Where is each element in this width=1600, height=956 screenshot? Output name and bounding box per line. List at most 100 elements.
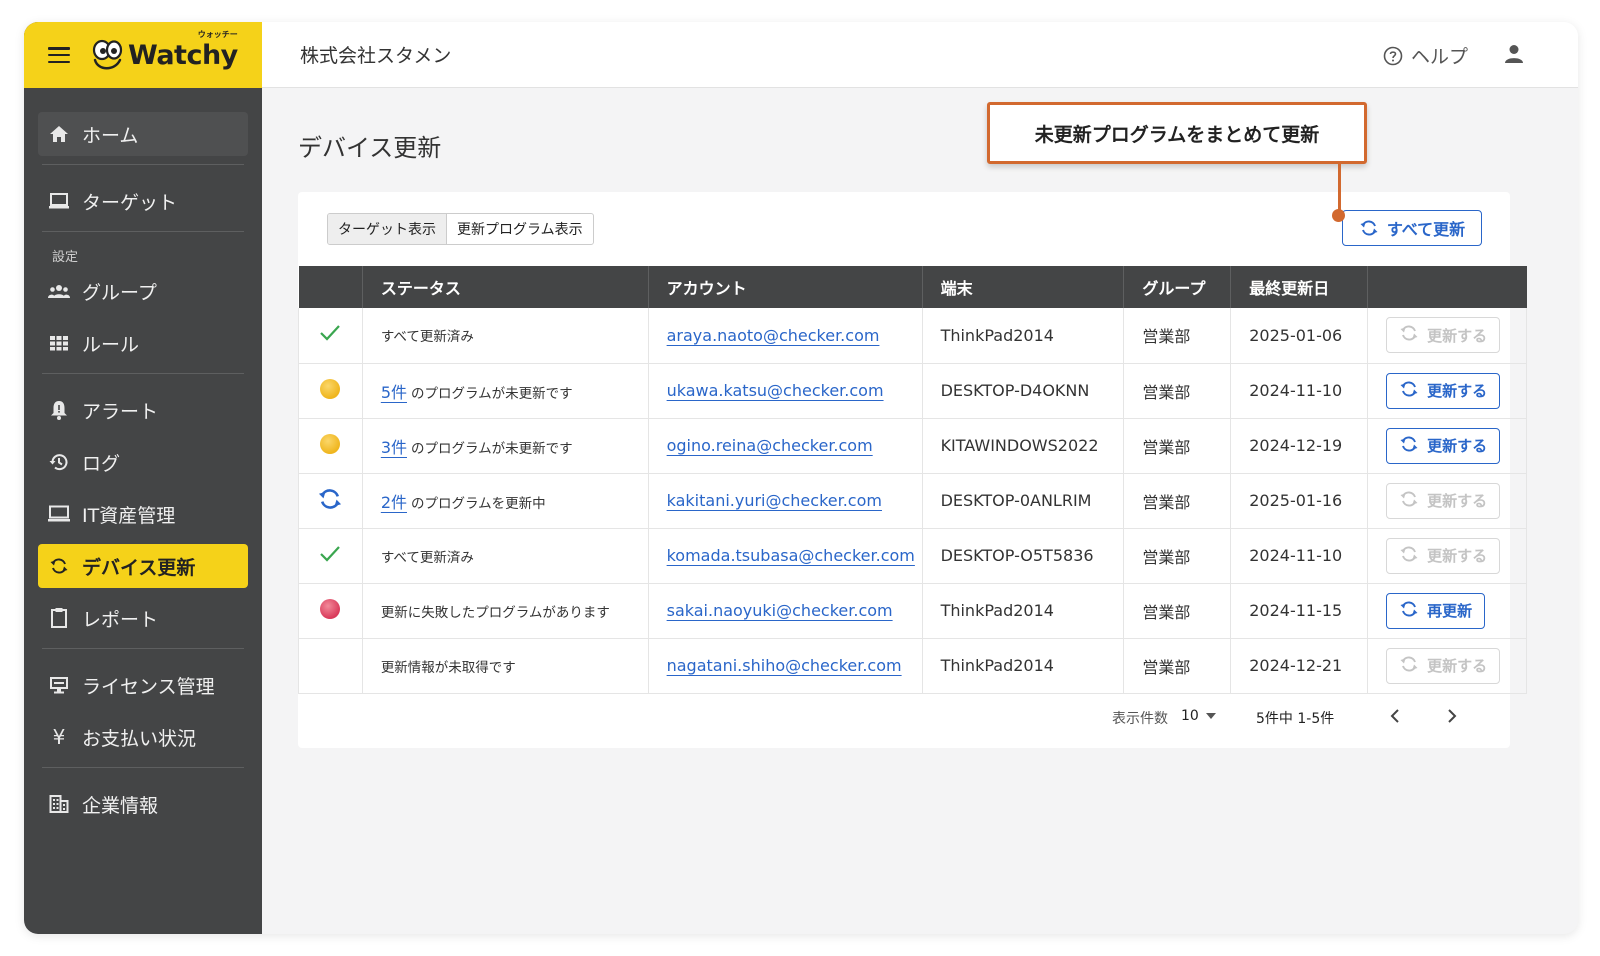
status-cell: 5件 のプログラムが未更新です [361,363,649,418]
license-icon [48,674,70,696]
account-cell: komada.tsubasa@checker.com [647,528,923,583]
update-button[interactable]: 更新する [1386,427,1501,464]
toggle-program-view[interactable]: 更新プログラム表示 [447,214,593,244]
account-link[interactable]: nagatani.shiho@checker.com [667,656,902,675]
action-cell: 再更新 [1367,583,1527,638]
status-icon-cell [298,418,363,473]
sidebar-item-report[interactable]: レポート [38,596,248,640]
update-button-label: 更新する [1427,326,1488,345]
account-link[interactable]: sakai.naoyuki@checker.com [667,601,893,620]
status-cell: すべて更新済み [361,308,649,363]
per-page-label: 表示件数 [1112,711,1168,727]
sidebar-item-target[interactable]: ターゲット [38,179,248,223]
date-cell: 2024-12-21 [1230,638,1369,693]
update-all-label: すべて更新 [1386,220,1466,239]
update-button-label: 更新する [1427,547,1488,565]
update-button[interactable]: 更新する [1386,372,1501,409]
sync-icon [1360,220,1378,236]
sidebar-item-company-info[interactable]: 企業情報 [38,782,248,826]
chevron-down-icon[interactable] [1206,713,1216,719]
update-all-button[interactable]: すべて更新 [1342,210,1482,246]
sidebar-item-label: ライセンス管理 [82,675,215,698]
pending-count-link[interactable]: 5件 [381,383,407,402]
user-avatar-icon[interactable] [1502,42,1526,70]
building-icon [48,793,70,815]
update-button-label: 更新する [1427,382,1488,400]
sidebar-item-it-assets[interactable]: IT資産管理 [38,492,248,536]
logo-area: Watchy ウォッチー [24,22,262,88]
column-header-action [1368,266,1527,308]
menu-icon[interactable] [48,47,70,63]
sidebar-item-alert[interactable]: アラート [38,388,248,432]
sidebar-item-license[interactable]: ライセンス管理 [38,663,248,707]
status-text: のプログラムが未更新です [411,385,573,402]
sidebar-item-home[interactable]: ホーム [38,112,248,156]
logo-text: Watchy [128,39,238,71]
column-header-account: アカウント [648,266,923,308]
sync-icon [48,555,70,577]
nav-divider [42,373,244,374]
sidebar-item-group[interactable]: グループ [38,269,248,313]
account-link[interactable]: komada.tsubasa@checker.com [667,546,915,565]
grid-icon [48,332,70,354]
sidebar-item-payment[interactable]: ¥ お支払い状況 [38,715,248,759]
sidebar-item-device-update[interactable]: デバイス更新 [38,544,248,588]
sidebar-item-rule[interactable]: ルール [38,321,248,365]
chevron-right-icon[interactable] [1446,707,1458,729]
logo-kana: ウォッチー [197,30,238,39]
update-button: 更新する [1386,317,1501,354]
group-cell: 営業部 [1123,638,1232,693]
status-icon-cell [298,638,363,693]
sidebar-item-label: ホーム [82,124,139,147]
account-cell: sakai.naoyuki@checker.com [647,583,923,638]
check-icon [319,545,341,568]
device-cell: DESKTOP-D4OKNN [921,363,1125,418]
action-cell: 更新する [1367,473,1527,528]
action-cell: 更新する [1367,363,1527,418]
table-row: 3件 のプログラムが未更新です ogino.reina@checker.com KIT… [298,418,1527,473]
status-text: すべて更新済み [380,329,474,346]
table-row: 5件 のプログラムが未更新です ukawa.katsu@checker.com DES… [298,363,1527,418]
account-link[interactable]: kakitani.yuri@checker.com [667,491,882,510]
app-window: Watchy ウォッチー ホーム ターゲット 設定 グループ ルール アラート … [24,22,1578,934]
group-cell: 営業部 [1123,308,1232,363]
view-toggle: ターゲット表示 更新プログラム表示 [327,213,594,245]
sidebar: Watchy ウォッチー ホーム ターゲット 設定 グループ ルール アラート … [24,22,262,934]
update-button: 更新する [1386,537,1501,574]
device-cell: DESKTOP-O5T5836 [921,528,1125,583]
bell-icon [48,399,70,421]
table-header-row: ステータス アカウント 端末 グループ 最終更新日 [298,266,1527,308]
device-cell: ThinkPad2014 [921,583,1125,638]
group-icon [48,280,70,302]
date-cell: 2024-12-19 [1230,418,1369,473]
sync-icon [1399,323,1427,347]
action-cell: 更新する [1367,308,1527,363]
toggle-target-view[interactable]: ターゲット表示 [328,214,447,244]
help-label: ヘルプ [1410,46,1468,68]
help-circle-icon [1383,46,1403,65]
pending-count-link[interactable]: 3件 [381,438,407,457]
sync-icon [1399,654,1427,678]
account-link[interactable]: ukawa.katsu@checker.com [667,381,884,400]
help-link[interactable]: ヘルプ [1383,42,1468,69]
account-cell: ogino.reina@checker.com [647,418,923,473]
sidebar-item-log[interactable]: ログ [38,440,248,484]
device-cell: KITAWINDOWS2022 [921,418,1125,473]
update-button[interactable]: 再更新 [1386,592,1486,629]
table-row: すべて更新済み komada.tsubasa@checker.com DESKTOP… [298,528,1527,583]
chevron-left-icon[interactable] [1389,707,1401,729]
per-page-select[interactable]: 10 [1181,708,1199,724]
top-bar: 株式会社スタメン ヘルプ [262,22,1578,88]
account-link[interactable]: araya.naoto@checker.com [667,326,880,345]
group-cell: 営業部 [1123,418,1232,473]
logo[interactable]: Watchy ウォッチー [90,30,238,72]
update-button-label: 更新する [1427,437,1488,455]
account-link[interactable]: ogino.reina@checker.com [667,436,873,455]
account-cell: araya.naoto@checker.com [647,308,923,363]
pending-count-link[interactable]: 2件 [381,493,407,512]
status-text: のプログラムを更新中 [411,495,546,512]
column-header [298,266,363,308]
sidebar-item-label: ルール [82,333,140,356]
yen-icon: ¥ [52,725,66,749]
settings-section-label: 設定 [52,250,79,265]
